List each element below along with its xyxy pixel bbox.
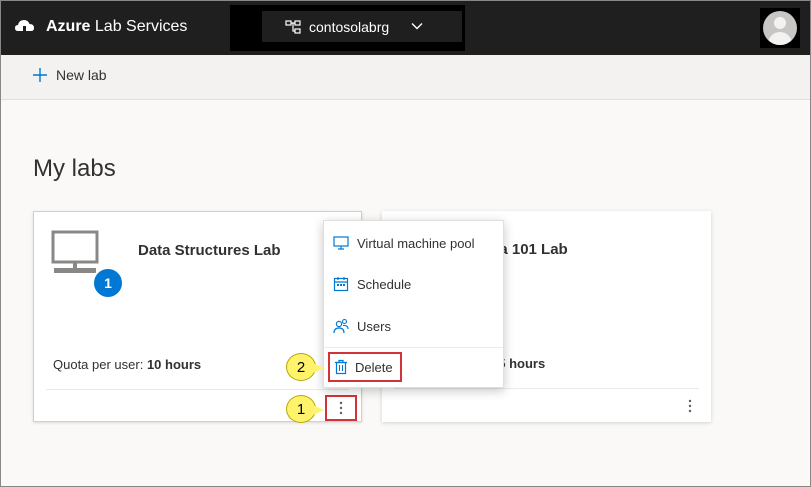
lab-title[interactable]: Data Structures Lab <box>138 242 281 259</box>
computer-icon <box>51 230 99 273</box>
more-vertical-icon <box>339 401 343 415</box>
menu-item-schedule[interactable]: Schedule <box>324 266 503 302</box>
lab-card[interactable]: 1 Data Structures Lab Quota per user: 10… <box>33 211 362 422</box>
users-icon <box>333 318 349 334</box>
card-divider <box>394 388 699 389</box>
quota-value: 10 hours <box>146 357 202 372</box>
quota-text: Quota per user: 10 hours <box>53 357 201 372</box>
step-callout-1: 1 <box>286 395 324 423</box>
menu-divider <box>324 347 503 348</box>
top-bar: Azure Lab Services contosolabrg <box>0 0 811 55</box>
chevron-down-icon <box>411 23 423 30</box>
plus-icon <box>33 68 47 82</box>
resource-group-icon <box>285 19 301 34</box>
more-options-button[interactable] <box>325 395 357 421</box>
monitor-icon <box>333 236 349 250</box>
calendar-icon <box>333 277 349 292</box>
quota-label: Quota per user: <box>53 357 144 372</box>
avatar-icon <box>763 11 797 45</box>
menu-item-delete[interactable]: Delete <box>328 352 402 382</box>
brand-name-rest: Lab Services <box>94 18 188 35</box>
app-brand[interactable]: Azure Lab Services <box>14 17 187 37</box>
more-options-button[interactable] <box>679 394 701 418</box>
trash-icon <box>335 359 347 375</box>
azure-lab-services-logo-icon <box>15 20 34 34</box>
new-lab-button[interactable]: New lab <box>32 67 107 83</box>
resource-group-selector[interactable]: contosolabrg <box>262 11 462 42</box>
menu-item-label: Users <box>357 318 391 334</box>
menu-item-label: Virtual machine pool <box>357 235 475 251</box>
page-title: My labs <box>33 155 116 182</box>
menu-item-virtual-machine-pool[interactable]: Virtual machine pool <box>324 225 503 261</box>
resource-group-label: contosolabrg <box>309 18 390 35</box>
command-bar: New lab <box>0 55 811 100</box>
vm-count-badge: 1 <box>92 267 124 299</box>
menu-item-label: Delete <box>355 359 393 375</box>
user-avatar[interactable] <box>760 8 800 48</box>
lab-context-menu: Virtual machine pool Schedule Users Dele… <box>323 220 504 388</box>
new-lab-label: New lab <box>56 67 107 83</box>
more-vertical-icon <box>688 399 692 413</box>
card-divider <box>46 389 349 390</box>
brand-name-bold: Azure <box>46 18 91 35</box>
menu-item-label: Schedule <box>357 276 412 292</box>
menu-item-users[interactable]: Users <box>324 308 503 344</box>
step-callout-2: 2 <box>286 353 324 381</box>
